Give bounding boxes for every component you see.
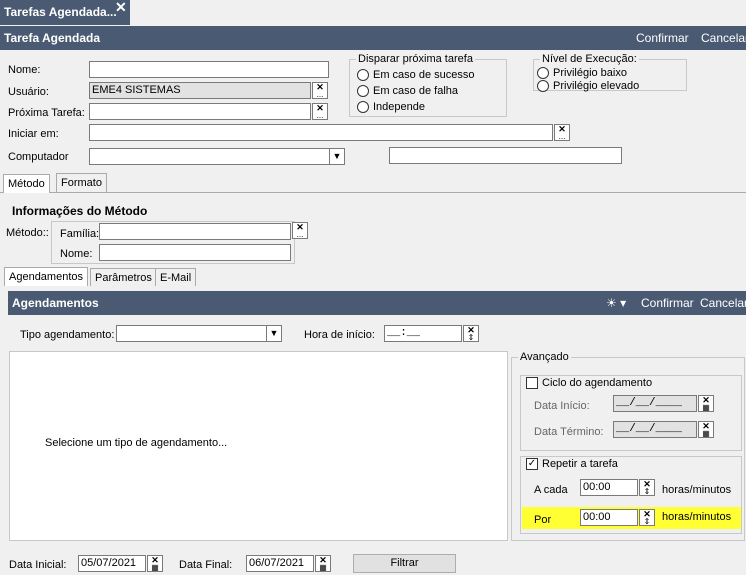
data-termino-label: Data Término:: [534, 426, 604, 438]
data-inicio-label: Data Início:: [534, 400, 590, 412]
iniciar-lookup-button[interactable]: ✕...: [554, 124, 570, 141]
disparar-independe-radio[interactable]: [357, 101, 369, 113]
disparar-falha-radio[interactable]: [357, 85, 369, 97]
tab-parametros[interactable]: Parâmetros: [90, 268, 157, 286]
usuario-input[interactable]: EME4 SISTEMAS: [89, 82, 311, 99]
por-unit: horas/minutos: [662, 511, 732, 523]
repetir-label: Repetir a tarefa: [542, 458, 618, 470]
disparar-legend: Disparar próxima tarefa: [358, 53, 473, 65]
hora-inicio-input[interactable]: __:__: [384, 325, 462, 342]
nivel-baixo-label: Privilégio baixo: [553, 67, 627, 79]
tab-email[interactable]: E-Mail: [155, 268, 197, 286]
computador-select[interactable]: ▼: [89, 148, 345, 165]
data-inicio-calendar-button[interactable]: ✕ ▦: [698, 395, 714, 412]
metodo-label: Método::: [6, 227, 49, 239]
data-inicial-label: Data Inicial:: [9, 559, 67, 571]
por-spin-button[interactable]: ✕ ⇕: [639, 509, 655, 526]
computador-label: Computador: [8, 151, 69, 163]
nivel-legend: Nível de Execução:: [542, 53, 637, 65]
tabs-top-line: [0, 192, 746, 193]
ciclo-checkbox[interactable]: [526, 377, 538, 389]
data-final-calendar-button[interactable]: ✕ ▦: [315, 555, 331, 572]
ciclo-label: Ciclo do agendamento: [542, 377, 653, 389]
nome-label: Nome:: [8, 64, 41, 76]
tab-agendamentos[interactable]: Agendamentos: [4, 267, 88, 286]
metodo-nome-input[interactable]: [99, 244, 291, 261]
proxima-lookup-button[interactable]: ✕...: [312, 103, 328, 120]
chevron-down-icon[interactable]: ▼: [329, 149, 344, 164]
data-inicial-calendar-button[interactable]: ✕ ▦: [147, 555, 163, 572]
window-tab[interactable]: Tarefas Agendada... ✕: [0, 0, 130, 25]
confirm-button[interactable]: Confirmar: [636, 26, 689, 50]
window-tab-title: Tarefas Agendada...: [4, 5, 117, 19]
empty-message: Selecione um tipo de agendamento...: [45, 437, 228, 449]
agendamentos-header: Agendamentos ☀ ▾ Confirmar Cancelar: [8, 291, 746, 315]
sun-icon[interactable]: ☀ ▾: [606, 291, 626, 315]
iniciar-input[interactable]: [89, 124, 553, 141]
chevron-down-icon[interactable]: ▼: [266, 326, 281, 341]
acada-unit: horas/minutos: [662, 484, 732, 496]
agend-cancel-button[interactable]: Cancelar: [700, 291, 746, 315]
metodo-nome-label: Nome:: [60, 248, 93, 260]
nivel-baixo-radio[interactable]: [537, 67, 549, 79]
computador-extra-input[interactable]: [389, 147, 622, 164]
nivel-elevado-label: Privilégio elevado: [553, 80, 640, 92]
data-termino-calendar-button[interactable]: ✕ ▦: [698, 421, 714, 438]
data-termino-input[interactable]: __/__/____: [613, 421, 697, 438]
tab-formato[interactable]: Formato: [56, 173, 107, 192]
usuario-lookup-button[interactable]: ✕...: [312, 82, 328, 99]
data-final-input[interactable]: 06/07/2021: [246, 555, 314, 572]
avancado-legend: Avançado: [520, 351, 569, 363]
proxima-input[interactable]: [89, 103, 311, 120]
repetir-checkbox[interactable]: ✓: [526, 458, 538, 470]
disparar-sucesso-radio[interactable]: [357, 69, 369, 81]
nome-input[interactable]: [89, 61, 329, 78]
hora-inicio-label: Hora de início:: [304, 329, 375, 341]
data-final-label: Data Final:: [179, 559, 233, 571]
acada-input[interactable]: 00:00: [580, 479, 638, 496]
por-input[interactable]: 00:00: [580, 509, 638, 526]
agend-confirm-button[interactable]: Confirmar: [641, 291, 694, 315]
usuario-label: Usuário:: [8, 86, 49, 98]
proxima-label: Próxima Tarefa:: [8, 107, 85, 119]
page-title: Tarefa Agendada: [4, 31, 101, 45]
cancel-button[interactable]: Cancelar: [701, 26, 746, 50]
familia-label: Família:: [60, 228, 100, 240]
familia-lookup-button[interactable]: ✕...: [292, 222, 308, 239]
header-bar: Tarefa Agendada Confirmar Cancelar: [0, 26, 746, 50]
tipo-agendamento-label: Tipo agendamento:: [20, 329, 115, 341]
data-inicial-input[interactable]: 05/07/2021: [78, 555, 146, 572]
filtrar-button[interactable]: Filtrar: [353, 554, 456, 573]
disparar-independe-label: Independe: [373, 101, 425, 113]
disparar-sucesso-label: Em caso de sucesso: [373, 69, 475, 81]
acada-label: A cada: [534, 484, 568, 496]
data-inicio-input[interactable]: __/__/____: [613, 395, 697, 412]
close-icon[interactable]: ✕: [115, 0, 127, 14]
familia-input[interactable]: [99, 223, 291, 240]
acada-spin-button[interactable]: ✕ ⇕: [639, 479, 655, 496]
disparar-falha-label: Em caso de falha: [373, 85, 458, 97]
iniciar-label: Iniciar em:: [8, 128, 59, 140]
nivel-elevado-radio[interactable]: [537, 80, 549, 92]
por-label: Por: [534, 514, 552, 526]
agendamentos-title: Agendamentos: [12, 296, 99, 310]
tab-metodo[interactable]: Método: [3, 174, 50, 193]
hora-inicio-spin-button[interactable]: ✕ ⇕: [463, 325, 479, 342]
tipo-agendamento-select[interactable]: ▼: [116, 325, 282, 342]
metodo-section-title: Informações do Método: [12, 204, 148, 218]
